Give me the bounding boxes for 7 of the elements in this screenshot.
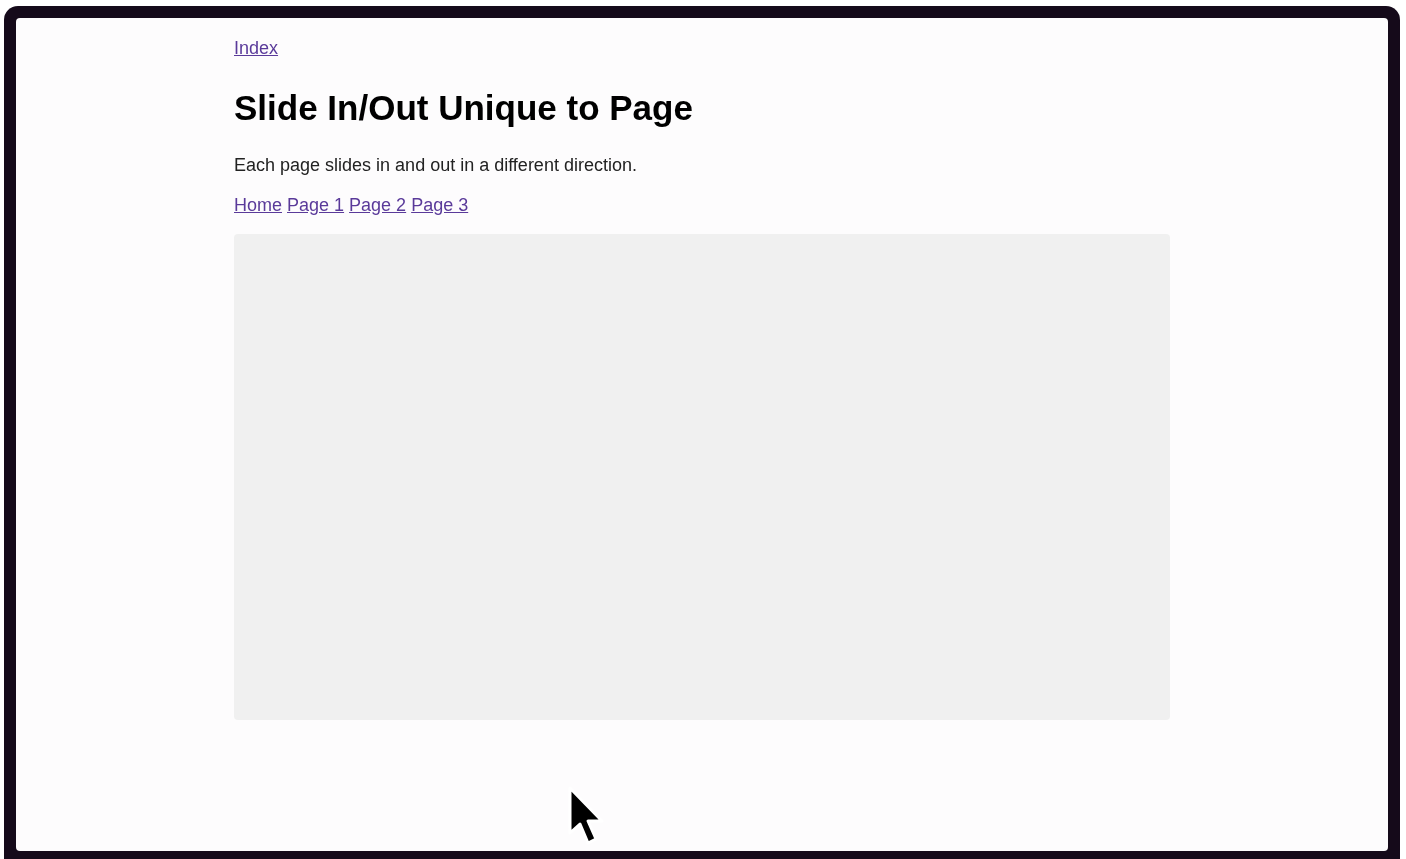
- page-heading: Slide In/Out Unique to Page: [234, 87, 694, 129]
- index-link[interactable]: Index: [234, 38, 279, 59]
- description-text: Each page slides in and out in a different direction.: [234, 155, 638, 177]
- nav-link[interactable]: Home: [234, 194, 282, 216]
- nav-link[interactable]: Page 1: [287, 194, 345, 216]
- nav-link[interactable]: Page 3: [411, 194, 469, 216]
- nav-link[interactable]: Page 2: [349, 194, 407, 216]
